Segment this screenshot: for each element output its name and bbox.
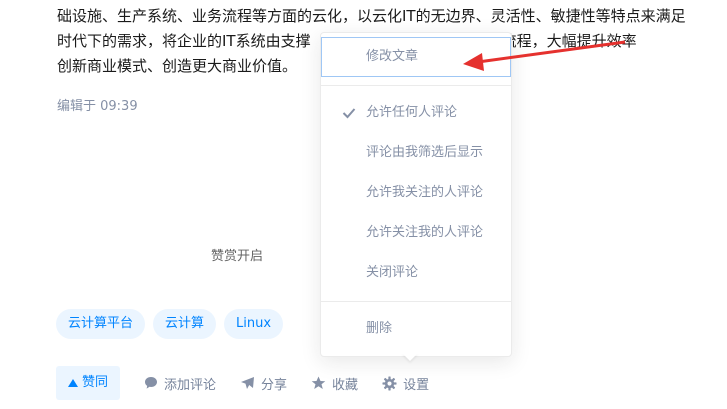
action-bar: 赞同 添加评论 分享 收藏 设置 xyxy=(56,366,453,400)
comment-button[interactable]: 添加评论 xyxy=(144,374,216,393)
menu-item-delete[interactable]: 删除 xyxy=(321,309,511,349)
tag-list: 云计算平台 云计算 Linux xyxy=(56,309,284,339)
star-icon xyxy=(311,376,326,389)
menu-item-allow-all-label: 允许任何人评论 xyxy=(366,105,458,120)
menu-item-close-comments[interactable]: 关闭评论 xyxy=(321,253,511,293)
menu-caret xyxy=(402,353,418,361)
edit-time: 编辑于 09:39 xyxy=(57,99,138,114)
vote-button[interactable]: 赞同 xyxy=(56,366,121,400)
menu-item-filtered-comments[interactable]: 评论由我筛选后显示 xyxy=(321,133,511,173)
tag-cloud-platform[interactable]: 云计算平台 xyxy=(56,309,146,339)
tag-linux[interactable]: Linux xyxy=(224,309,284,339)
article-line-1: 础设施、生产系统、业务流程等方面的云化，以云化IT的无边界、灵活性、敏捷性等特点… xyxy=(57,7,686,25)
gear-icon xyxy=(382,375,397,391)
share-label: 分享 xyxy=(261,377,288,393)
comment-label: 添加评论 xyxy=(164,377,217,393)
settings-button[interactable]: 设置 xyxy=(382,374,429,393)
settings-dropdown-menu: 修改文章 允许任何人评论 评论由我筛选后显示 允许我关注的人评论 允许关注我的人… xyxy=(320,32,512,357)
menu-divider xyxy=(321,301,511,302)
menu-item-allow-all-comments[interactable]: 允许任何人评论 xyxy=(321,93,511,133)
menu-item-edit-article[interactable]: 修改文章 xyxy=(321,37,511,77)
settings-label: 设置 xyxy=(403,377,430,393)
paper-plane-icon xyxy=(241,377,255,389)
article-line-2-head: 时代下的需求，将企业的IT系统由支撑 xyxy=(57,32,311,50)
vote-label: 赞同 xyxy=(82,375,109,390)
checkmark-icon xyxy=(342,108,356,119)
menu-item-following-me-comments[interactable]: 允许关注我的人评论 xyxy=(321,213,511,253)
favorite-label: 收藏 xyxy=(332,377,359,393)
menu-divider xyxy=(321,85,511,86)
favorite-button[interactable]: 收藏 xyxy=(311,374,358,393)
tag-cloud-computing[interactable]: 云计算 xyxy=(153,309,217,339)
reward-note-left: 赞赏开启 xyxy=(210,249,263,264)
triangle-up-icon xyxy=(68,379,78,387)
comment-bubble-icon xyxy=(145,377,158,389)
share-button[interactable]: 分享 xyxy=(240,374,287,393)
menu-item-followed-by-me-comments[interactable]: 允许我关注的人评论 xyxy=(321,173,511,213)
